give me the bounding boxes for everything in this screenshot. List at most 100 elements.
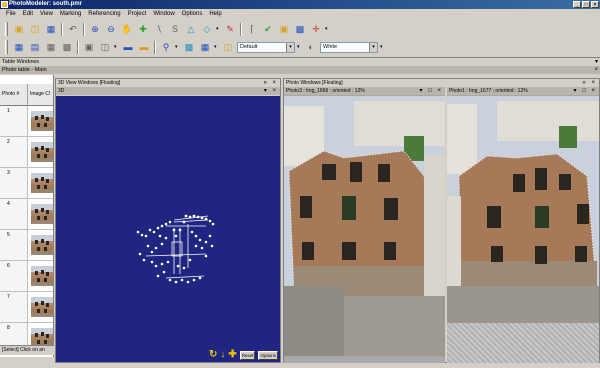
color-combo[interactable]: White ▾ xyxy=(320,41,378,53)
toolbar-grip[interactable] xyxy=(5,22,8,36)
new-project-icon[interactable]: ▣ xyxy=(12,22,26,36)
rotate-icon[interactable]: ↻ xyxy=(209,350,217,360)
line-icon[interactable]: ∖ xyxy=(152,22,166,36)
building-photo-a[interactable] xyxy=(284,96,445,356)
chart-icon[interactable]: ▩ xyxy=(182,40,196,54)
menu-window[interactable]: Window xyxy=(153,11,174,17)
quality-combo[interactable]: Default ▾ xyxy=(237,41,295,53)
toolbar-grip[interactable] xyxy=(5,40,8,54)
save-icon[interactable]: ▦ xyxy=(44,22,58,36)
pencil-icon[interactable]: ✎ xyxy=(223,22,237,36)
mark-point-icon[interactable]: ✚ xyxy=(136,22,150,36)
quality-extra-dropdown-icon[interactable]: ▾ xyxy=(297,44,302,50)
pin-icon[interactable]: ▾ xyxy=(595,58,598,66)
menu-bar: File Edit View Marking Referencing Proje… xyxy=(0,9,600,19)
status-bar: [Select] Click on an xyxy=(0,345,54,355)
table-view-icon[interactable]: ▦ xyxy=(198,40,212,54)
table-row[interactable]: 7 xyxy=(0,292,53,323)
shape-dropdown-icon[interactable]: ▾ xyxy=(216,26,221,32)
photo-icon[interactable]: ▣ xyxy=(277,22,291,36)
maximize-button[interactable]: □ xyxy=(582,1,590,8)
table-row[interactable]: 4 xyxy=(0,199,53,230)
chevron-down-icon[interactable]: ▾ xyxy=(286,42,294,52)
photo-thumbnail[interactable] xyxy=(31,266,53,286)
menu-project[interactable]: Project xyxy=(128,11,147,17)
view-3d-window-controls[interactable]: » × xyxy=(263,79,278,87)
view-3d-pane-title: 3D ▾ × xyxy=(56,87,280,95)
menu-edit[interactable]: Edit xyxy=(23,11,33,17)
photo-pane-b-controls[interactable]: ▾ □ × xyxy=(574,87,597,95)
orient-icon[interactable]: ▩ xyxy=(293,22,307,36)
view-3d-window-label: 3D View Windows [Floating] xyxy=(58,80,121,86)
quality-combo-value: Default xyxy=(240,44,258,50)
pan-icon[interactable]: ✋ xyxy=(120,22,134,36)
table-dropdown-icon[interactable]: ▾ xyxy=(214,44,219,50)
photo-table-icon[interactable]: ▦ xyxy=(12,40,26,54)
table-row[interactable]: 6 xyxy=(0,261,53,292)
add-dropdown-icon[interactable]: ▾ xyxy=(325,26,330,32)
open-folder-icon[interactable]: ◫ xyxy=(28,22,42,36)
table-row[interactable]: 1 xyxy=(0,106,53,137)
curve-icon[interactable]: S xyxy=(168,22,182,36)
pan-arrows-icon[interactable]: ✚ xyxy=(228,350,236,360)
color-extra-dropdown-icon[interactable]: ▾ xyxy=(380,44,385,50)
photo-window-controls[interactable]: » × xyxy=(582,79,597,87)
options-button[interactable]: Options xyxy=(258,350,278,360)
row-number: 1 xyxy=(0,106,28,136)
photo-thumbnail[interactable] xyxy=(31,142,53,162)
color-wheel-icon[interactable]: ◐ xyxy=(304,40,318,54)
row-number: 6 xyxy=(0,261,28,291)
measure-icon[interactable]: ⌈ xyxy=(245,22,259,36)
move-down-icon[interactable]: ↓ xyxy=(220,350,225,360)
photo-pane-b-label: Photo1 : Img_1677 : oriented : 12% xyxy=(449,88,528,94)
table-row[interactable]: 2 xyxy=(0,137,53,168)
photo-pane-a-controls[interactable]: ▾ □ × xyxy=(420,87,443,95)
view-3d-pane-controls[interactable]: ▾ × xyxy=(264,87,278,95)
layers-dropdown-icon[interactable]: ▾ xyxy=(114,44,119,50)
view-3d-viewport[interactable]: ↻ ↓ ✚ Reset Options xyxy=(56,96,280,362)
menu-view[interactable]: View xyxy=(40,11,53,17)
zoom-out-icon[interactable]: ⊖ xyxy=(104,22,118,36)
close-icon[interactable]: × xyxy=(594,66,598,74)
photo-thumbnail[interactable] xyxy=(31,235,53,255)
display-icon[interactable]: ▣ xyxy=(82,40,96,54)
quality-icon[interactable]: ◫ xyxy=(221,40,235,54)
view-3d-pane-label: 3D xyxy=(58,88,65,94)
menu-options[interactable]: Options xyxy=(182,11,203,17)
photo-thumbnail[interactable] xyxy=(31,173,53,193)
rectangle-icon[interactable]: ▬ xyxy=(121,40,135,54)
close-button[interactable]: × xyxy=(591,1,599,8)
layers-icon[interactable]: ◫ xyxy=(98,40,112,54)
view-3d-icon[interactable]: ▤ xyxy=(28,40,42,54)
building-photo-b[interactable] xyxy=(447,96,599,356)
shape-icon[interactable]: ◇ xyxy=(200,22,214,36)
table-row[interactable]: 5 xyxy=(0,230,53,261)
row-number: 7 xyxy=(0,292,28,322)
reset-button[interactable]: Reset xyxy=(239,350,256,360)
row-number: 5 xyxy=(0,230,28,260)
photo-thumbnail[interactable] xyxy=(31,111,53,131)
search-icon[interactable]: ⚲ xyxy=(159,40,173,54)
photo-thumbnail[interactable] xyxy=(31,204,53,224)
surface-icon[interactable]: △ xyxy=(184,22,198,36)
menu-referencing[interactable]: Referencing xyxy=(88,11,120,17)
view-3d-window: 3D View Windows [Floating] » × 3D ▾ × ↻ … xyxy=(55,78,281,363)
menu-help[interactable]: Help xyxy=(209,11,221,17)
column-header-image[interactable]: Image Cl xyxy=(28,84,53,106)
chevron-down-icon[interactable]: ▾ xyxy=(369,42,377,52)
process-icon[interactable]: ✔ xyxy=(261,22,275,36)
grid-icon[interactable]: ▦ xyxy=(44,40,58,54)
photo-thumbnail[interactable] xyxy=(31,297,53,317)
minimize-button[interactable]: _ xyxy=(573,1,581,8)
search-dropdown-icon[interactable]: ▾ xyxy=(175,44,180,50)
undo-icon[interactable]: ↶ xyxy=(66,22,80,36)
add-point-icon[interactable]: ✛ xyxy=(309,22,323,36)
column-header-photo-number[interactable]: Photo # xyxy=(0,84,28,106)
table-row[interactable]: 3 xyxy=(0,168,53,199)
ruler-icon[interactable]: ▬ xyxy=(137,40,151,54)
zoom-in-icon[interactable]: ⊕ xyxy=(88,22,102,36)
table-icon[interactable]: ▩ xyxy=(60,40,74,54)
menu-marking[interactable]: Marking xyxy=(60,11,81,17)
app-icon xyxy=(1,1,8,8)
menu-file[interactable]: File xyxy=(6,11,16,17)
